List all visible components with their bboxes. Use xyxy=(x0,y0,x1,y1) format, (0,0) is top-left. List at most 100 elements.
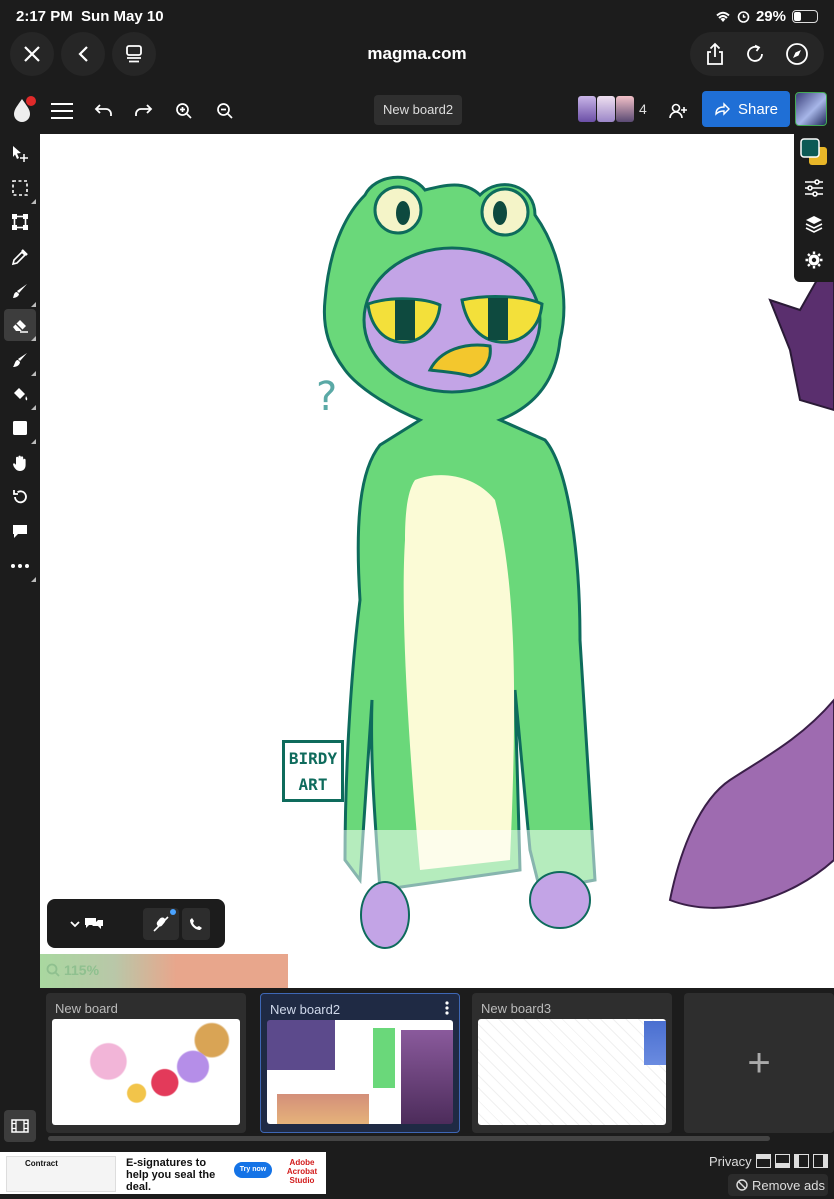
hand-tool[interactable] xyxy=(4,447,36,479)
close-button[interactable] xyxy=(10,32,54,76)
rotate-tool[interactable] xyxy=(4,481,36,513)
layers-button[interactable] xyxy=(800,210,828,238)
phone-icon xyxy=(190,918,202,930)
battery-percent: 29% xyxy=(755,8,786,25)
app-root: 2:17 PM Sun May 10 29% magma.com New boa… xyxy=(0,0,834,1199)
board-card[interactable]: New board xyxy=(46,993,246,1133)
submenu-indicator xyxy=(31,302,36,307)
ad-cta-button[interactable]: Try now xyxy=(234,1162,272,1178)
browser-actions xyxy=(690,32,824,76)
board-strip: New board New board2 New board3 + xyxy=(40,988,834,1144)
submenu-indicator xyxy=(31,199,36,204)
my-avatar[interactable] xyxy=(795,92,827,126)
share-button[interactable]: Share xyxy=(702,91,790,127)
film-strip-icon xyxy=(11,1119,29,1133)
back-button[interactable] xyxy=(61,32,105,76)
zoom-out-icon xyxy=(217,103,233,119)
board-thumbnail xyxy=(52,1019,240,1125)
board-strip-scrollbar[interactable] xyxy=(48,1136,770,1141)
layout-top-icon[interactable] xyxy=(756,1154,771,1168)
ad-banner[interactable]: Contract E-signatures to help you seal t… xyxy=(0,1152,326,1194)
tabs-button[interactable] xyxy=(112,32,156,76)
shape-tool[interactable] xyxy=(4,412,36,444)
comment-tool[interactable] xyxy=(4,515,36,547)
wifi-icon xyxy=(716,11,730,22)
chevron-down-icon xyxy=(70,920,80,927)
zoom-in-button[interactable] xyxy=(171,98,197,124)
board-strip-toggle[interactable] xyxy=(4,1110,36,1142)
chat-toggle-button[interactable] xyxy=(65,908,109,940)
submenu-indicator xyxy=(31,439,36,444)
eyedropper-tool[interactable] xyxy=(4,241,36,273)
zoom-indicator[interactable]: 115% xyxy=(40,953,140,987)
move-tool[interactable] xyxy=(4,138,36,170)
bottom-bar: Contract E-signatures to help you seal t… xyxy=(0,1144,834,1199)
chat-widget xyxy=(47,899,225,948)
share-arrow-icon xyxy=(715,102,730,116)
mic-off-icon xyxy=(153,916,169,932)
menu-button[interactable] xyxy=(49,98,75,124)
board-card-selected[interactable]: New board2 xyxy=(260,993,460,1133)
status-right: 29% xyxy=(715,8,818,25)
board-name-label[interactable]: New board2 xyxy=(374,95,463,125)
brush-icon xyxy=(13,284,27,298)
reload-icon[interactable] xyxy=(744,43,766,65)
redo-icon xyxy=(135,104,153,116)
color-swatches[interactable] xyxy=(800,138,828,166)
ios-status-bar: 2:17 PM Sun May 10 29% xyxy=(0,0,834,32)
add-user-button[interactable] xyxy=(666,98,692,124)
drawing-canvas[interactable]: ? BIRDY ART xyxy=(40,134,834,988)
board-card[interactable]: New board3 xyxy=(472,993,672,1133)
chevron-left-icon xyxy=(78,46,88,62)
signature-text: BIRDY ART xyxy=(288,749,338,794)
call-button[interactable] xyxy=(182,908,210,940)
svg-text:?: ? xyxy=(316,374,337,420)
gear-icon xyxy=(805,251,823,269)
smudge-brush-icon xyxy=(13,353,27,367)
submenu-indicator xyxy=(31,336,36,341)
speech-bubble-icon xyxy=(13,525,27,538)
magma-logo[interactable] xyxy=(9,94,39,126)
compass-icon[interactable] xyxy=(785,42,809,66)
submenu-indicator xyxy=(31,371,36,376)
transform-tool[interactable] xyxy=(4,206,36,238)
undo-button[interactable] xyxy=(90,98,116,124)
app-toolbar: New board2 4 Share xyxy=(0,88,834,134)
zoom-level: 115% xyxy=(64,962,100,978)
eraser-tool[interactable] xyxy=(4,309,36,341)
plus-icon: + xyxy=(747,1040,771,1085)
redo-button[interactable] xyxy=(131,98,157,124)
fill-tool[interactable] xyxy=(4,378,36,410)
search-icon xyxy=(46,963,60,977)
brush-tool[interactable] xyxy=(4,275,36,307)
layout-right-icon[interactable] xyxy=(813,1154,828,1168)
ad-brand: Adobe Acrobat Studio xyxy=(286,1158,318,1185)
layout-left-icon[interactable] xyxy=(794,1154,809,1168)
layout-bottom-icon[interactable] xyxy=(775,1154,790,1168)
select-tool[interactable] xyxy=(4,172,36,204)
notification-dot xyxy=(170,909,176,915)
submenu-indicator xyxy=(31,405,36,410)
more-vertical-icon[interactable] xyxy=(445,1001,449,1015)
privacy-link[interactable]: Privacy xyxy=(709,1154,752,1169)
zoom-out-button[interactable] xyxy=(212,98,238,124)
remove-ads-label: Remove ads xyxy=(752,1177,825,1193)
artwork: ? xyxy=(316,175,834,970)
settings-button[interactable] xyxy=(800,246,828,274)
block-icon xyxy=(736,1179,748,1191)
paint-bucket-icon xyxy=(14,388,28,401)
collaborator-avatars[interactable] xyxy=(578,96,635,122)
add-board-button[interactable]: + xyxy=(684,993,834,1133)
more-icon xyxy=(11,564,29,568)
user-count: 4 xyxy=(639,101,647,117)
smudge-tool[interactable] xyxy=(4,344,36,376)
avatar xyxy=(597,96,615,122)
share-sheet-icon[interactable] xyxy=(705,42,725,66)
remove-ads-button[interactable]: Remove ads xyxy=(728,1174,828,1196)
more-tools[interactable] xyxy=(4,550,36,582)
mute-button[interactable] xyxy=(143,908,179,940)
undo-icon xyxy=(94,104,112,116)
zoom-in-icon xyxy=(176,103,192,119)
status-time: 2:17 PM Sun May 10 xyxy=(16,8,164,25)
brush-settings-button[interactable] xyxy=(800,174,828,202)
